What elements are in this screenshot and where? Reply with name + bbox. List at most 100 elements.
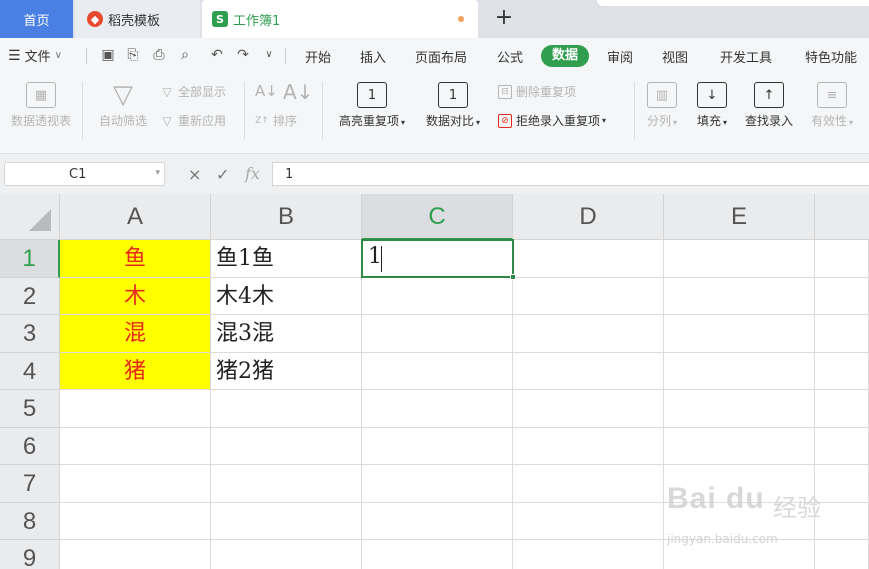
column-header-d[interactable]: D <box>513 194 664 240</box>
cell-f2[interactable] <box>815 278 869 315</box>
cell-e2[interactable] <box>664 278 815 315</box>
row-header-9[interactable]: 9 <box>0 540 60 569</box>
print-icon[interactable]: ⎙ <box>150 46 168 64</box>
cell-c9[interactable] <box>362 540 513 569</box>
cell-d5[interactable] <box>513 390 664 428</box>
cell-c5[interactable] <box>362 390 513 428</box>
cell-c4[interactable] <box>362 353 513 390</box>
cell-d4[interactable] <box>513 353 664 390</box>
cell-e1[interactable] <box>664 240 815 278</box>
cell-d2[interactable] <box>513 278 664 315</box>
cell-a6[interactable] <box>60 428 211 465</box>
cell-c3[interactable] <box>362 315 513 353</box>
menu-view[interactable]: 视图 <box>662 47 688 66</box>
column-header-b[interactable]: B <box>211 194 362 240</box>
remove-duplicates-button[interactable]: ⊟ 删除重复项 <box>498 83 576 100</box>
cell-b9[interactable] <box>211 540 362 569</box>
lookup-entry-button[interactable]: ↑ 查找录入 <box>740 82 798 129</box>
column-header-a[interactable]: A <box>60 194 211 240</box>
menu-review[interactable]: 审阅 <box>607 47 633 66</box>
cell-f5[interactable] <box>815 390 869 428</box>
export-pdf-icon[interactable]: ⎘ <box>124 46 142 64</box>
cell-e5[interactable] <box>664 390 815 428</box>
cell-e4[interactable] <box>664 353 815 390</box>
formula-input[interactable]: 1 <box>272 162 869 186</box>
tab-docer-templates[interactable]: ◆ 稻壳模板 <box>75 0 200 38</box>
cell-b3[interactable]: 混3混 <box>211 315 362 353</box>
cell-d7[interactable] <box>513 465 664 503</box>
select-all-corner[interactable] <box>0 194 60 240</box>
cell-f4[interactable] <box>815 353 869 390</box>
cell-b4[interactable]: 猪2猪 <box>211 353 362 390</box>
cell-b5[interactable] <box>211 390 362 428</box>
cell-a4[interactable]: 猪 <box>60 353 211 390</box>
split-columns-button[interactable]: ▥ 分列 ▾ <box>640 82 684 129</box>
row-header-2[interactable]: 2 <box>0 278 60 315</box>
cell-a5[interactable] <box>60 390 211 428</box>
menu-special-features[interactable]: 特色功能 <box>805 47 857 66</box>
cell-c1[interactable] <box>362 240 513 278</box>
sort-asc-button[interactable]: A↓ <box>255 82 278 100</box>
cell-a3[interactable]: 混 <box>60 315 211 353</box>
insert-function-icon[interactable]: fx <box>245 164 260 183</box>
cell-b1[interactable]: 鱼1鱼 <box>211 240 362 278</box>
cell-d8[interactable] <box>513 503 664 540</box>
fill-button[interactable]: ↓ 填充 ▾ <box>690 82 734 129</box>
cell-c6[interactable] <box>362 428 513 465</box>
cell-c7[interactable] <box>362 465 513 503</box>
reject-duplicates-button[interactable]: ⊘ 拒绝录入重复项 ▾ <box>498 112 606 129</box>
new-tab-button[interactable]: + <box>490 4 518 32</box>
chevron-down-icon[interactable]: ▾ <box>155 168 160 178</box>
highlight-duplicates-button[interactable]: 1 高亮重复项 ▾ <box>332 82 412 129</box>
reapply-button[interactable]: ▽ 重新应用 <box>160 112 226 129</box>
show-all-button[interactable]: ▽ 全部显示 <box>160 83 226 100</box>
cell-f1[interactable] <box>815 240 869 278</box>
column-header-f[interactable] <box>815 194 869 240</box>
cancel-entry-icon[interactable]: × <box>188 165 201 184</box>
menu-formulas[interactable]: 公式 <box>497 47 523 66</box>
customize-chevron-icon[interactable]: ∨ <box>260 46 278 64</box>
cell-a1[interactable]: 鱼 <box>60 240 211 278</box>
data-validity-button[interactable]: ≡ 有效性 ▾ <box>804 82 860 129</box>
row-header-3[interactable]: 3 <box>0 315 60 353</box>
row-header-1[interactable]: 1 <box>0 240 60 278</box>
cell-d1[interactable] <box>513 240 664 278</box>
column-header-e[interactable]: E <box>664 194 815 240</box>
redo-icon[interactable]: ↷ <box>234 46 252 64</box>
cell-a7[interactable] <box>60 465 211 503</box>
cell-b7[interactable] <box>211 465 362 503</box>
cell-f6[interactable] <box>815 428 869 465</box>
row-header-7[interactable]: 7 <box>0 465 60 503</box>
sort-desc-button[interactable]: A↓ <box>283 80 313 104</box>
save-icon[interactable]: ▣ <box>99 46 117 64</box>
menu-data-active[interactable]: 数据 <box>541 45 589 67</box>
cell-f3[interactable] <box>815 315 869 353</box>
cell-e6[interactable] <box>664 428 815 465</box>
row-header-6[interactable]: 6 <box>0 428 60 465</box>
cell-d3[interactable] <box>513 315 664 353</box>
autofilter-button[interactable]: ▽ 自动筛选 <box>92 80 154 129</box>
cell-c8[interactable] <box>362 503 513 540</box>
cell-b6[interactable] <box>211 428 362 465</box>
tab-workbook[interactable]: S 工作簿1 <box>202 0 478 38</box>
column-header-c[interactable]: C <box>362 194 513 240</box>
sort-button[interactable]: Z↑ 排序 <box>255 112 297 129</box>
undo-icon[interactable]: ↶ <box>208 46 226 64</box>
cell-a8[interactable] <box>60 503 211 540</box>
menu-developer[interactable]: 开发工具 <box>720 47 772 66</box>
row-header-4[interactable]: 4 <box>0 353 60 390</box>
cell-b8[interactable] <box>211 503 362 540</box>
tab-home[interactable]: 首页 <box>0 0 73 38</box>
data-compare-button[interactable]: 1 数据对比 ▾ <box>420 82 486 129</box>
pivot-table-button[interactable]: ▦ 数据透视表 <box>4 82 78 129</box>
cell-a2[interactable]: 木 <box>60 278 211 315</box>
cell-b2[interactable]: 木4木 <box>211 278 362 315</box>
confirm-entry-icon[interactable]: ✓ <box>216 165 229 184</box>
name-box[interactable]: C1 ▾ <box>4 162 165 186</box>
menu-insert[interactable]: 插入 <box>360 47 386 66</box>
row-header-5[interactable]: 5 <box>0 390 60 428</box>
row-header-8[interactable]: 8 <box>0 503 60 540</box>
menu-start[interactable]: 开始 <box>305 47 331 66</box>
cell-d9[interactable] <box>513 540 664 569</box>
file-menu[interactable]: ☰ 文件 ∨ <box>8 46 62 66</box>
